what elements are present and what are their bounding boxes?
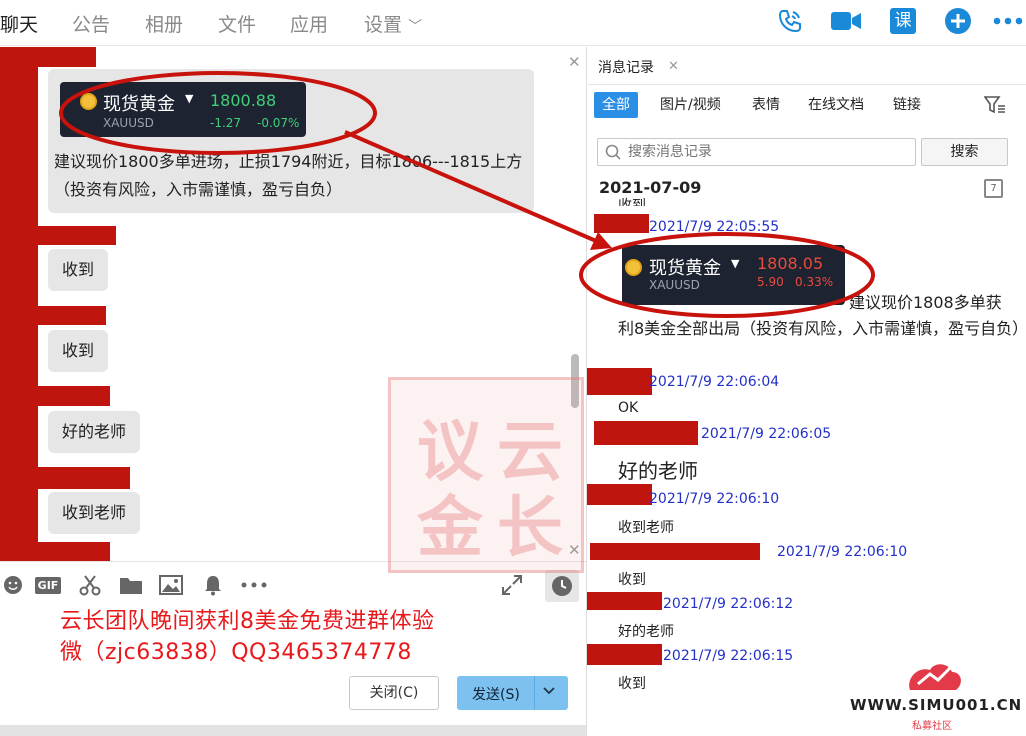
annotation-ellipse (579, 232, 875, 318)
logo-mark-icon (909, 662, 961, 690)
site-logo: WWW.SIMU001.CN 私募社区 (848, 656, 1026, 736)
annotation-ellipse (59, 71, 377, 155)
logo-sub: 私募社区 (912, 721, 952, 732)
annotation-arrow (344, 130, 604, 246)
logo-site: WWW.SIMU001.CN (850, 696, 1023, 714)
annotation-overlay (59, 71, 875, 318)
